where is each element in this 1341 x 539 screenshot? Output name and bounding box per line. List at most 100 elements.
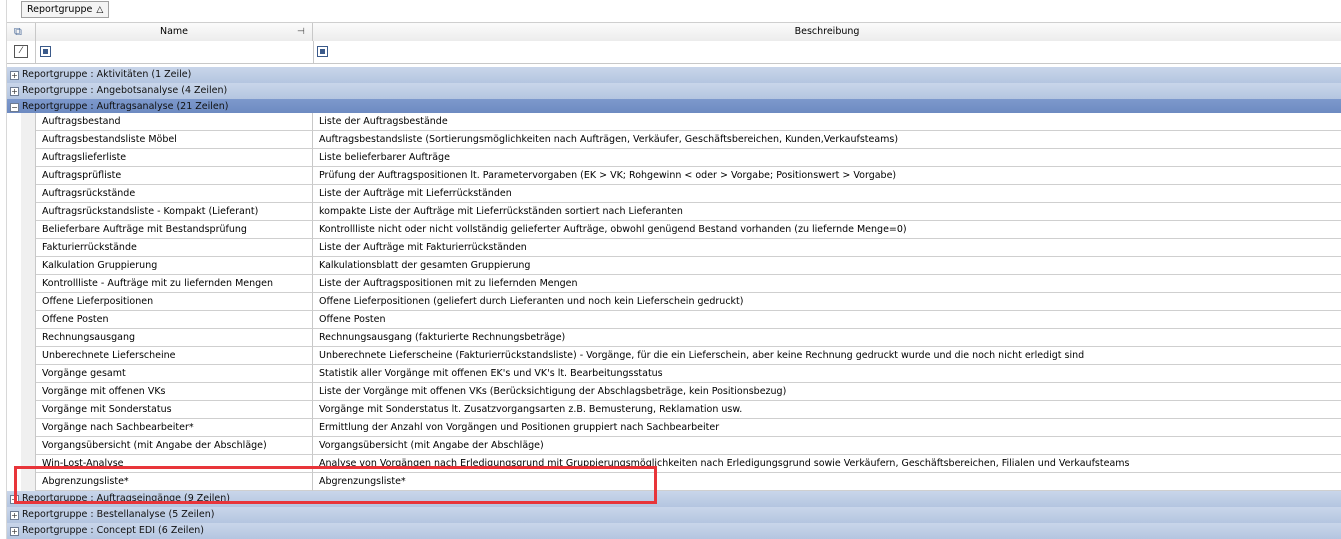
cell-name[interactable]: Vorgänge mit Sonderstatus: [36, 401, 313, 419]
cell-description[interactable]: Liste belieferbarer Aufträge: [313, 149, 1341, 167]
cell-name[interactable]: Rechnungsausgang: [36, 329, 313, 347]
cell-description[interactable]: Vorgänge mit Sonderstatus lt. Zusatzvorg…: [313, 401, 1341, 419]
cell-description[interactable]: kompakte Liste der Aufträge mit Lieferrü…: [313, 203, 1341, 221]
cell-name[interactable]: Vorgänge mit offenen VKs: [36, 383, 313, 401]
table-row[interactable]: Auftragslieferliste Liste belieferbarer A…: [7, 149, 1341, 167]
cell-name[interactable]: Vorgangsübersicht (mit Angabe der Abschl…: [36, 437, 313, 455]
table-row[interactable]: Vorgänge gesamt Statistik aller Vorgänge …: [7, 365, 1341, 383]
cell-name[interactable]: Auftragsprüfliste: [36, 167, 313, 185]
cell-description[interactable]: Rechnungsausgang (fakturierte Rechnungsb…: [313, 329, 1341, 347]
cell-name[interactable]: Auftragslieferliste: [36, 149, 313, 167]
row-indicator[interactable]: [21, 329, 36, 347]
row-indicator[interactable]: [21, 131, 36, 149]
row-indicator[interactable]: [21, 473, 36, 491]
cell-name[interactable]: Auftragsrückstände: [36, 185, 313, 203]
table-row[interactable]: Vorgänge mit Sonderstatus Vorgänge mit So…: [7, 401, 1341, 419]
table-row[interactable]: Abgrenzungsliste* Abgrenzungsliste*: [7, 473, 1341, 491]
group-row[interactable]: + Reportgruppe : Auftragseingänge (9 Zeil…: [7, 491, 1341, 507]
cell-description[interactable]: Offene Lieferpositionen (geliefert durch…: [313, 293, 1341, 311]
row-indicator[interactable]: [21, 437, 36, 455]
cell-name[interactable]: Kalkulation Gruppierung: [36, 257, 313, 275]
expand-icon[interactable]: +: [10, 87, 19, 96]
table-row[interactable]: Vorgangsübersicht (mit Angabe der Abschl…: [7, 437, 1341, 455]
filter-operator-icon[interactable]: [317, 46, 328, 57]
row-indicator[interactable]: [21, 347, 36, 365]
row-indicator[interactable]: [21, 167, 36, 185]
cell-name[interactable]: Offene Posten: [36, 311, 313, 329]
pin-icon[interactable]: ⊣: [297, 23, 305, 41]
table-row[interactable]: Rechnungsausgang Rechnungsausgang (faktur…: [7, 329, 1341, 347]
cell-description[interactable]: Liste der Aufträge mit Lieferrückständen: [313, 185, 1341, 203]
cell-name[interactable]: Win-Lost-Analyse: [36, 455, 313, 473]
cell-name[interactable]: Fakturierrückstände: [36, 239, 313, 257]
cell-name[interactable]: Belieferbare Aufträge mit Bestandsprüfun…: [36, 221, 313, 239]
table-row[interactable]: Unberechnete Lieferscheine Unberechnete L…: [7, 347, 1341, 365]
cell-description[interactable]: Liste der Vorgänge mit offenen VKs (Berü…: [313, 383, 1341, 401]
table-row[interactable]: Auftragsbestand Liste der Auftragsbeständ…: [7, 113, 1341, 131]
table-row[interactable]: Vorgänge nach Sachbearbeiter* Ermittlung …: [7, 419, 1341, 437]
cell-description[interactable]: Auftragsbestandsliste (Sortierungsmöglic…: [313, 131, 1341, 149]
table-row[interactable]: Belieferbare Aufträge mit Bestandsprüfun…: [7, 221, 1341, 239]
cell-description[interactable]: Liste der Auftragsbestände: [313, 113, 1341, 131]
cell-name[interactable]: Vorgänge gesamt: [36, 365, 313, 383]
group-row[interactable]: + Reportgruppe : Bestellanalyse (5 Zeilen…: [7, 507, 1341, 523]
cell-description[interactable]: Unberechnete Lieferscheine (Fakturierrüc…: [313, 347, 1341, 365]
cell-name[interactable]: Offene Lieferpositionen: [36, 293, 313, 311]
table-row[interactable]: Vorgänge mit offenen VKs Liste der Vorgän…: [7, 383, 1341, 401]
row-indicator[interactable]: [21, 455, 36, 473]
cell-name[interactable]: Abgrenzungsliste*: [36, 473, 313, 491]
table-row[interactable]: Auftragsrückstandsliste - Kompakt (Liefe…: [7, 203, 1341, 221]
cell-name[interactable]: Vorgänge nach Sachbearbeiter*: [36, 419, 313, 437]
cell-name[interactable]: Auftragsbestandsliste Möbel: [36, 131, 313, 149]
row-indicator[interactable]: [21, 203, 36, 221]
cell-description[interactable]: Liste der Aufträge mit Fakturierrückstän…: [313, 239, 1341, 257]
table-row[interactable]: Auftragsbestandsliste Möbel Auftragsbesta…: [7, 131, 1341, 149]
expand-icon[interactable]: +: [10, 527, 19, 536]
cell-description[interactable]: Kontrollliste nicht oder nicht vollständ…: [313, 221, 1341, 239]
cell-description[interactable]: Abgrenzungsliste*: [313, 473, 1341, 491]
cell-description[interactable]: Statistik aller Vorgänge mit offenen EK'…: [313, 365, 1341, 383]
expand-icon[interactable]: +: [10, 511, 19, 520]
cell-name[interactable]: Kontrollliste - Aufträge mit zu liefernd…: [36, 275, 313, 293]
table-row[interactable]: Offene Posten Offene Posten: [7, 311, 1341, 329]
column-header-description[interactable]: Beschreibung: [313, 23, 1341, 41]
row-indicator[interactable]: [21, 239, 36, 257]
cell-description[interactable]: Kalkulationsblatt der gesamten Gruppieru…: [313, 257, 1341, 275]
table-row[interactable]: Auftragsrückstände Liste der Aufträge mit…: [7, 185, 1341, 203]
row-indicator[interactable]: [21, 149, 36, 167]
row-indicator[interactable]: [21, 365, 36, 383]
filter-cell-name[interactable]: [36, 41, 314, 63]
group-row[interactable]: + Reportgruppe : Concept EDI (6 Zeilen): [7, 523, 1341, 539]
table-row[interactable]: Offene Lieferpositionen Offene Lieferposi…: [7, 293, 1341, 311]
table-row[interactable]: Win-Lost-Analyse Analyse von Vorgängen na…: [7, 455, 1341, 473]
row-indicator[interactable]: [21, 185, 36, 203]
clear-filter-button[interactable]: ⁄: [7, 41, 36, 63]
cell-description[interactable]: Vorgangsübersicht (mit Angabe der Abschl…: [313, 437, 1341, 455]
column-chooser-button[interactable]: ⧉: [7, 23, 36, 41]
filter-operator-icon[interactable]: [40, 46, 51, 57]
cell-description[interactable]: Analyse von Vorgängen nach Erledigungsgr…: [313, 455, 1341, 473]
cell-description[interactable]: Offene Posten: [313, 311, 1341, 329]
collapse-icon[interactable]: −: [10, 103, 19, 112]
row-indicator[interactable]: [21, 257, 36, 275]
table-row[interactable]: Fakturierrückstände Liste der Aufträge mi…: [7, 239, 1341, 257]
table-row[interactable]: Kontrollliste - Aufträge mit zu liefernd…: [7, 275, 1341, 293]
row-indicator[interactable]: [21, 275, 36, 293]
cell-description[interactable]: Ermittlung der Anzahl von Vorgängen und …: [313, 419, 1341, 437]
expand-icon[interactable]: +: [10, 495, 19, 504]
table-row[interactable]: Kalkulation Gruppierung Kalkulationsblatt…: [7, 257, 1341, 275]
row-indicator[interactable]: [21, 293, 36, 311]
table-row[interactable]: Auftragsprüfliste Prüfung der Auftragspos…: [7, 167, 1341, 185]
group-row[interactable]: + Reportgruppe : Angebotsanalyse (4 Zeile…: [7, 83, 1341, 99]
cell-name[interactable]: Auftragsrückstandsliste - Kompakt (Liefe…: [36, 203, 313, 221]
row-indicator[interactable]: [21, 419, 36, 437]
cell-name[interactable]: Auftragsbestand: [36, 113, 313, 131]
cell-name[interactable]: Unberechnete Lieferscheine: [36, 347, 313, 365]
row-indicator[interactable]: [21, 383, 36, 401]
filter-cell-description[interactable]: [313, 41, 1341, 63]
group-chip-reportgruppe[interactable]: Reportgruppe △: [21, 1, 110, 18]
group-row[interactable]: + Reportgruppe : Aktivitäten (1 Zeile): [7, 67, 1341, 83]
cell-description[interactable]: Prüfung der Auftragspositionen lt. Param…: [313, 167, 1341, 185]
column-header-name[interactable]: Name: [36, 23, 313, 41]
row-indicator[interactable]: [21, 221, 36, 239]
